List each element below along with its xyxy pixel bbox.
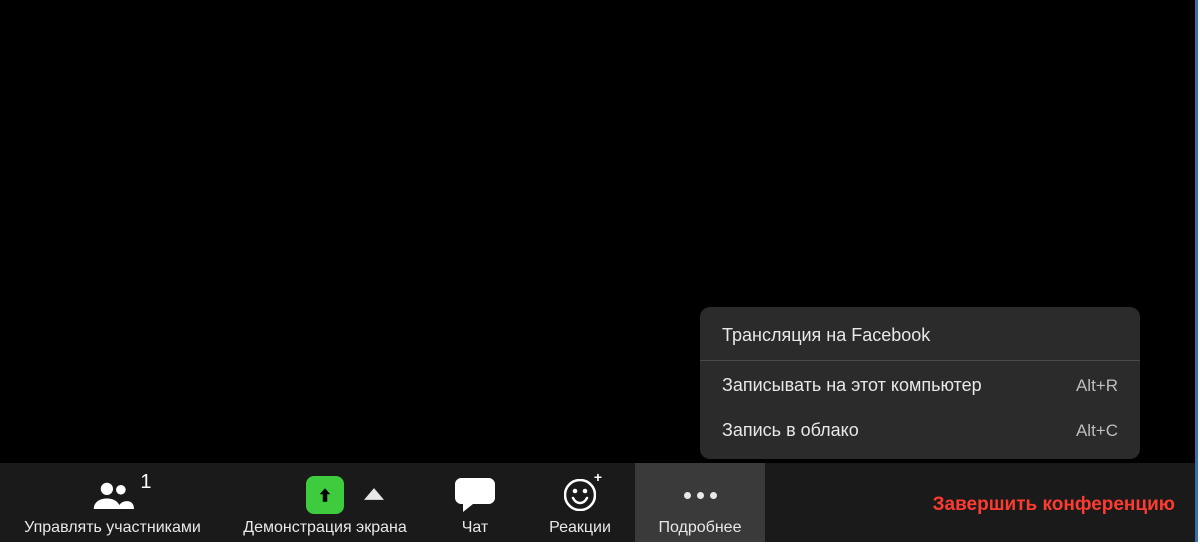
menu-item-facebook-stream[interactable]: Трансляция на Facebook (700, 313, 1140, 358)
more-options-button[interactable]: Подробнее (635, 463, 765, 547)
toolbar-label: Демонстрация экрана (243, 519, 407, 537)
share-screen-button[interactable]: Демонстрация экрана (225, 463, 425, 547)
menu-item-label: Трансляция на Facebook (722, 325, 930, 346)
meeting-toolbar: 1 Управлять участниками Демонстрация экр… (0, 463, 1195, 547)
share-screen-icon (306, 476, 344, 514)
participants-icon: 1 (92, 477, 134, 513)
menu-item-label: Записывать на этот компьютер (722, 375, 982, 396)
menu-item-record-local[interactable]: Записывать на этот компьютер Alt+R (700, 363, 1140, 408)
chat-button[interactable]: Чат (425, 463, 525, 547)
manage-participants-button[interactable]: 1 Управлять участниками (0, 463, 225, 547)
reactions-icon: + (564, 477, 596, 513)
more-icon (684, 477, 717, 513)
menu-item-shortcut: Alt+C (1076, 421, 1118, 441)
menu-item-label: Запись в облако (722, 420, 859, 441)
menu-item-shortcut: Alt+R (1076, 376, 1118, 396)
toolbar-label: Реакции (549, 519, 611, 537)
chevron-up-icon[interactable] (364, 487, 384, 506)
chat-icon (455, 477, 495, 513)
toolbar-label: Чат (462, 519, 489, 537)
menu-item-record-cloud[interactable]: Запись в облако Alt+C (700, 408, 1140, 453)
window-border-bottom (0, 542, 1200, 547)
toolbar-label: Подробнее (659, 519, 742, 537)
more-options-menu: Трансляция на Facebook Записывать на это… (700, 307, 1140, 459)
participants-count: 1 (140, 471, 151, 494)
app-window: Трансляция на Facebook Записывать на это… (0, 0, 1200, 547)
toolbar-label: Управлять участниками (24, 519, 201, 537)
plus-icon: + (594, 469, 602, 485)
end-meeting-label: Завершить конференцию (933, 494, 1175, 516)
menu-separator (700, 360, 1140, 361)
end-meeting-button[interactable]: Завершить конференцию (933, 463, 1195, 547)
reactions-button[interactable]: + Реакции (525, 463, 635, 547)
